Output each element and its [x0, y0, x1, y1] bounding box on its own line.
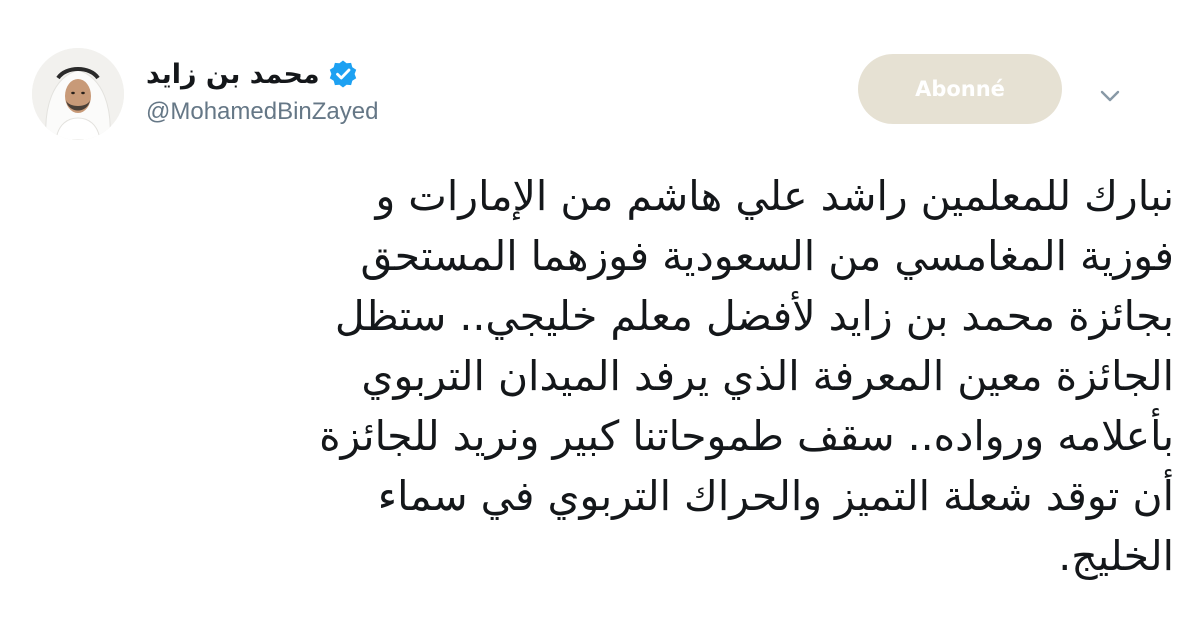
- following-button[interactable]: Abonné: [858, 54, 1062, 124]
- tweet-text-line: بأعلامه ورواده.. سقف طموحاتنا كبير ونريد…: [319, 412, 1174, 460]
- tweet-text-line: نبارك للمعلمين راشد علي هاشم من الإمارات…: [375, 172, 1174, 220]
- tweet-header: محمد بن زايد @MohamedBinZayed Abonné: [0, 40, 1200, 150]
- avatar[interactable]: [32, 48, 124, 140]
- tweet-text: نبارك للمعلمين راشد علي هاشم من الإمارات…: [20, 166, 1174, 586]
- tweet-text-line: أن توقد شعلة التميز والحراك التربوي في س…: [377, 472, 1174, 520]
- tweet-menu-button[interactable]: [1096, 84, 1124, 108]
- author-display-name[interactable]: محمد بن زايد: [146, 59, 320, 90]
- tweet-text-line: الخليج.: [1058, 532, 1174, 580]
- tweet-text-line: الجائزة معين المعرفة الذي يرفد الميدان ا…: [361, 352, 1174, 400]
- profile-photo-icon: [32, 48, 124, 140]
- author-handle[interactable]: @MohamedBinZayed: [146, 98, 378, 126]
- tweet-card: محمد بن زايد @MohamedBinZayed Abonné نبا…: [0, 0, 1200, 624]
- verified-badge-icon: [329, 60, 356, 88]
- chevron-down-icon: [1100, 90, 1120, 102]
- author-name-row: محمد بن زايد: [146, 54, 370, 94]
- tweet-text-line: فوزية المغامسي من السعودية فوزهما المستح…: [360, 232, 1174, 280]
- tweet-text-line: بجائزة محمد بن زايد لأفضل معلم خليجي.. س…: [334, 292, 1174, 340]
